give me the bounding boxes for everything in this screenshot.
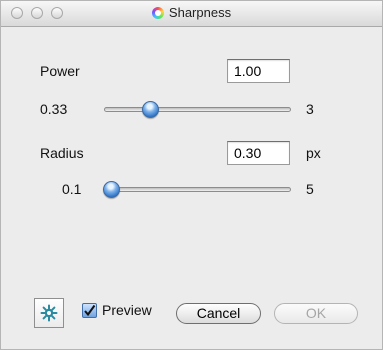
radius-min-label: 0.1 <box>62 181 82 197</box>
color-wheel-icon <box>151 7 164 19</box>
title-bar[interactable]: Sharpness <box>1 1 382 27</box>
power-input[interactable]: 1.00 <box>227 59 290 83</box>
power-label: Power <box>40 63 80 79</box>
cancel-button[interactable]: Cancel <box>176 303 261 324</box>
radius-input[interactable]: 0.30 <box>227 141 290 165</box>
ok-button[interactable]: OK <box>274 303 358 324</box>
gear-icon <box>40 304 58 322</box>
power-max-label: 3 <box>306 101 314 117</box>
radius-label: Radius <box>40 145 84 161</box>
radius-slider-knob[interactable] <box>103 181 121 198</box>
window-title-group: Sharpness <box>1 5 382 20</box>
power-min-label: 0.33 <box>40 101 68 117</box>
radius-unit-label: px <box>306 145 321 161</box>
power-slider-knob[interactable] <box>142 101 160 118</box>
sharpness-dialog: Sharpness Power 1.00 0.33 3 Radius 0.30 … <box>0 0 383 350</box>
radius-slider-track[interactable] <box>104 187 291 192</box>
power-slider-track[interactable] <box>104 107 291 112</box>
window-title: Sharpness <box>168 5 232 20</box>
settings-button[interactable] <box>34 298 64 328</box>
preview-checkbox[interactable] <box>82 303 97 318</box>
checkmark-icon <box>84 304 96 317</box>
radius-max-label: 5 <box>306 181 314 197</box>
preview-label[interactable]: Preview <box>102 302 152 318</box>
